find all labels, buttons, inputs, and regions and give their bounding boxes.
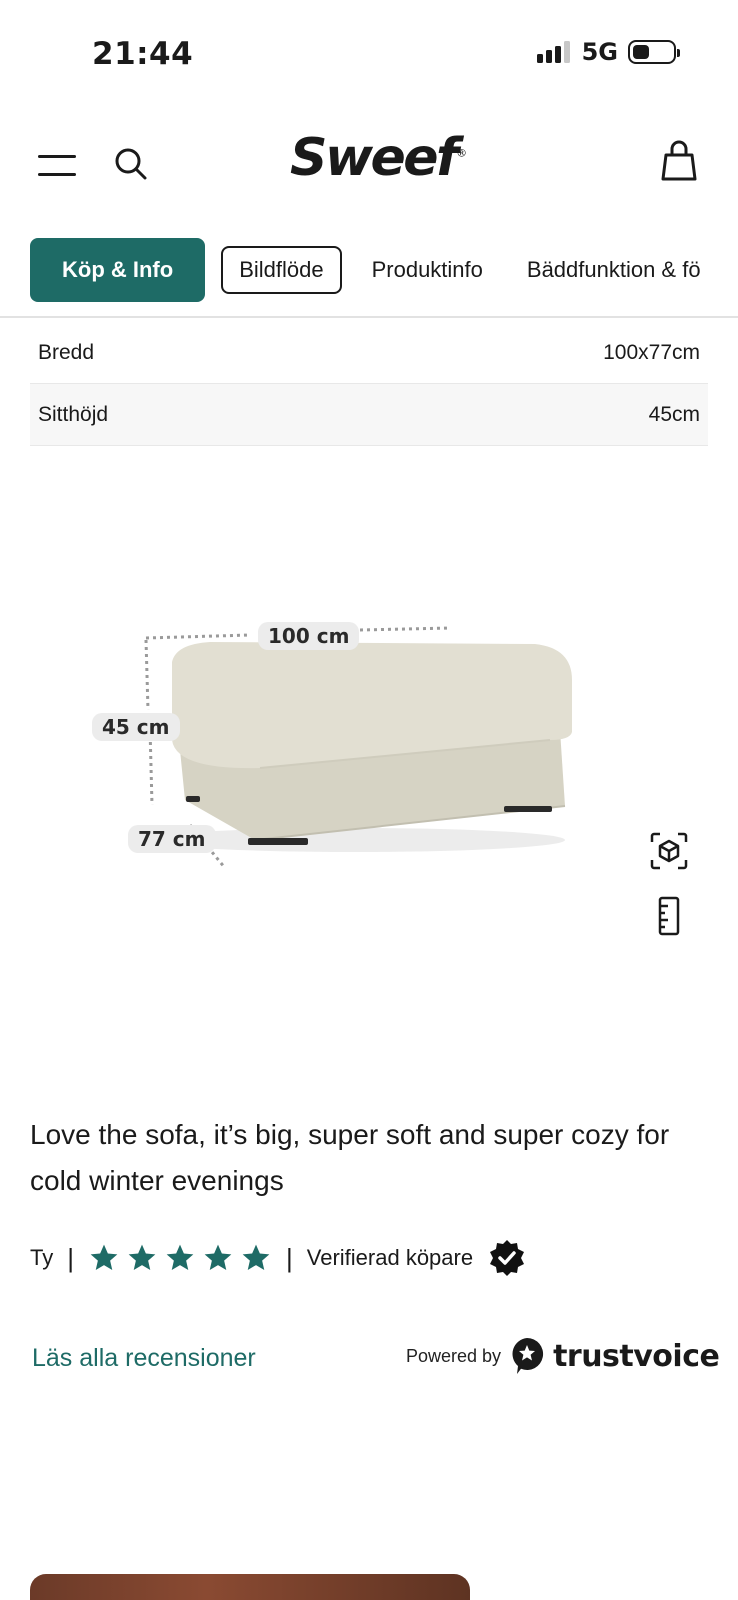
read-all-reviews-link[interactable]: Läs alla recensioner xyxy=(32,1344,256,1373)
powered-by-trustvoice: Powered by trustvoice xyxy=(406,1336,720,1376)
width-dimension-label: 100 cm xyxy=(258,622,360,650)
bag-icon[interactable] xyxy=(660,140,698,182)
tab-bed-function[interactable]: Bäddfunktion & fö xyxy=(513,257,715,283)
star-icon xyxy=(242,1244,270,1270)
depth-dimension-label: 77 cm xyxy=(128,825,216,853)
brand-logo[interactable]: Sweef® xyxy=(290,128,467,188)
star-rating xyxy=(88,1242,272,1274)
star-icon xyxy=(90,1244,118,1270)
tab-image-feed[interactable]: Bildflöde xyxy=(221,246,342,294)
status-indicators: 5G xyxy=(536,38,680,66)
separator: | xyxy=(67,1242,74,1273)
spec-row: Sitthöjd 45cm xyxy=(30,384,708,446)
ar-view-icon[interactable] xyxy=(650,832,688,870)
ruler-icon[interactable] xyxy=(658,896,680,936)
star-icon xyxy=(204,1244,232,1270)
battery-icon xyxy=(628,40,680,64)
review-text: Love the sofa, it’s big, super soft and … xyxy=(30,1119,670,1196)
network-label: 5G xyxy=(581,38,618,66)
spec-label: Sitthöjd xyxy=(38,402,109,426)
powered-by-label: Powered by xyxy=(406,1345,502,1366)
trustvoice-logo-icon xyxy=(512,1337,544,1374)
star-icon xyxy=(128,1244,156,1270)
signal-icon xyxy=(536,41,570,63)
verified-badge-icon xyxy=(490,1240,525,1276)
search-icon[interactable] xyxy=(114,147,148,181)
status-time: 21:44 xyxy=(92,36,194,72)
spec-label: Bredd xyxy=(38,340,95,364)
spec-value: 45cm xyxy=(648,402,700,426)
spec-value: 100x77cm xyxy=(603,340,700,364)
spec-row: Bredd 100x77cm xyxy=(30,322,708,384)
star-icon xyxy=(166,1244,194,1270)
tab-product-info[interactable]: Produktinfo xyxy=(358,257,497,283)
review-author: Ty xyxy=(30,1245,54,1270)
product-photo-preview[interactable] xyxy=(30,1574,470,1600)
menu-icon[interactable] xyxy=(38,155,76,179)
height-dimension-label: 45 cm xyxy=(92,713,180,741)
trustvoice-logo-text: trustvoice xyxy=(553,1338,720,1374)
verified-label: Verifierad köpare xyxy=(306,1245,474,1270)
separator: | xyxy=(286,1242,293,1273)
tab-buy-info[interactable]: Köp & Info xyxy=(30,238,206,302)
tabs-divider xyxy=(0,316,738,318)
review-meta: Ty | | Verifierad köpare xyxy=(30,1238,527,1278)
tab-bar: Köp & Info Bildflöde Produktinfo Bäddfun… xyxy=(30,238,715,302)
